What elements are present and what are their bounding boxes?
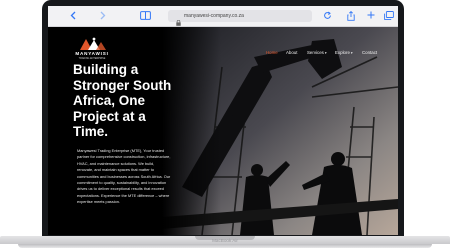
url-text: manyawesi-company.co.za — [184, 13, 244, 19]
chevron-down-icon: ▾ — [350, 51, 353, 55]
nav-services[interactable]: Services▾ — [307, 50, 327, 56]
forward-icon[interactable] — [96, 10, 110, 22]
nav-home[interactable]: Home — [266, 50, 278, 56]
nav-explore[interactable]: Explore▾ — [335, 50, 353, 56]
base-underside — [18, 244, 432, 248]
logo-tagline: TRADING ENTERPRISE — [78, 57, 106, 60]
nav-about[interactable]: About — [286, 50, 297, 56]
reload-icon[interactable] — [320, 10, 334, 22]
laptop-screen: manyawesi-company.co.za MANYAWISI TRADIN… — [48, 6, 398, 235]
hero-image — [162, 27, 398, 235]
hero-description: Manyawesi Trading Enterprise (MTE), Your… — [77, 148, 171, 205]
reader-view-icon[interactable] — [138, 10, 152, 22]
site-logo[interactable]: MANYAWISI TRADING ENTERPRISE — [72, 37, 112, 61]
back-icon[interactable] — [66, 10, 80, 22]
hero-headline: Building a Stronger South Africa, One Pr… — [73, 62, 172, 139]
chevron-down-icon: ▾ — [324, 51, 327, 55]
nav-explore-label: Explore — [335, 50, 350, 55]
new-tab-icon[interactable] — [364, 10, 378, 22]
device-model-label: MacBook Air — [212, 238, 238, 243]
nav-services-label: Services — [307, 50, 324, 55]
logo-mark-icon — [80, 37, 106, 50]
browser-toolbar: manyawesi-company.co.za — [48, 6, 398, 27]
address-bar[interactable]: manyawesi-company.co.za — [168, 10, 312, 26]
tabs-overview-icon[interactable] — [382, 10, 396, 22]
logo-wordmark: MANYAWISI — [75, 51, 109, 56]
nav-contact[interactable]: Contact — [362, 50, 377, 56]
website-viewport: MANYAWISI TRADING ENTERPRISE Home About … — [48, 27, 398, 235]
share-icon[interactable] — [344, 10, 358, 22]
